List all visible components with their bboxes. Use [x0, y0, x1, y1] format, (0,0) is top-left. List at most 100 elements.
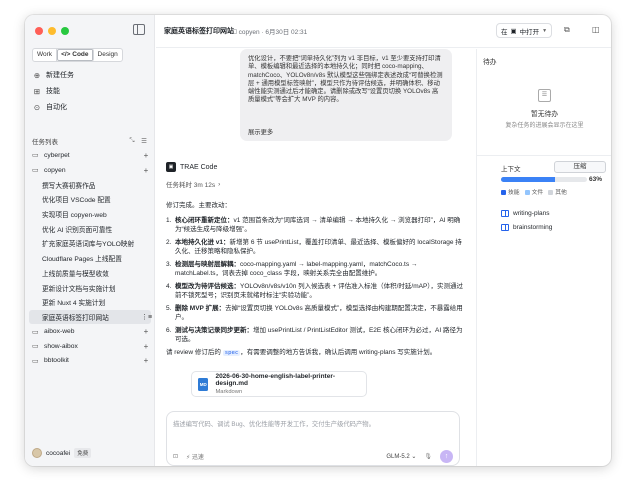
mode-code-tab[interactable]: </> Code [57, 49, 94, 61]
open-prefix: 在 [501, 28, 508, 36]
add-task-icon[interactable]: + [141, 342, 151, 351]
response-outro: 请 review 修订后的 spec ，有需要调整的地方告诉我，确认后调用 wri… [166, 349, 437, 356]
sidebar-toggle-icon[interactable] [133, 24, 145, 35]
file-name: 2026-06-30-home-english-label-printer-de… [215, 373, 336, 387]
copy-icon[interactable]: ⧉ [564, 25, 570, 35]
agent-header: ▣ TRAE Code [166, 162, 217, 172]
folder-icon: ▭ [32, 167, 39, 175]
folder-label: show-aibox [44, 342, 78, 350]
close-window-button[interactable] [35, 27, 43, 35]
add-task-icon[interactable]: + [141, 327, 151, 336]
task-tree: ▭ cyberpet + ▭ copyen + 撰写大赛初赛作品 优化项目 VSCode… [29, 148, 152, 369]
task-label: 家庭英语标签打印网站 [42, 314, 109, 322]
message-composer[interactable]: 描述编写代码、调试 Bug、优化性能等开发工作，交付生产级代码产物。 ⊡ ⚡ 迅… [166, 411, 460, 466]
empty-title: 暂无待办 [530, 111, 559, 118]
filter-icon[interactable]: ☰ [138, 137, 150, 145]
send-button[interactable]: ↑ [440, 450, 453, 463]
task-row[interactable]: 更新 Nuxt 4 实施计划 [29, 295, 151, 310]
skills-icon: ⊞ [33, 86, 41, 96]
task-row[interactable]: 实现项目 copyen-web [29, 207, 151, 222]
task-row[interactable]: 扩充家庭英语词库与YOLO映射 [29, 236, 151, 251]
folder-label: cyberpet [44, 151, 70, 159]
folder-row[interactable]: ▭ show-aibox + [29, 339, 151, 354]
mode-work-tab[interactable]: Work [33, 49, 58, 61]
composer-placeholder[interactable]: 描述编写代码、调试 Bug、优化性能等开发工作，交付生产级代码产物。 [173, 419, 375, 428]
folder-row[interactable]: ▭ bbtoolkit + [29, 354, 151, 369]
plan-badge: 免费 [74, 448, 92, 458]
new-task-icon: ⊕ [33, 70, 41, 80]
nav-skills[interactable]: ⊞ 技能 [32, 83, 150, 99]
nav-automation[interactable]: ⊙ 自动化 [32, 99, 150, 115]
legend-files: 文件 [524, 187, 543, 196]
spec-chip[interactable]: spec [222, 350, 241, 356]
context-file-item[interactable]: brainstorming [501, 220, 552, 234]
speed-toggle[interactable]: ⚡ 迅速 [186, 452, 204, 461]
folder-row[interactable]: ▭ aibox-web + [29, 324, 151, 339]
add-task-icon[interactable]: + [141, 151, 151, 160]
context-usage-bar [501, 177, 587, 182]
legend-swatch [524, 189, 530, 195]
task-row[interactable]: Cloudflare Pages 上线配置 [29, 251, 151, 266]
task-row[interactable]: 优化项目 VSCode 配置 [29, 192, 151, 207]
open-in-button[interactable]: 在 ▣ 中打开 ▼ [496, 23, 553, 38]
agent-response: 修订完成。主要改动： 1. 核心闭环重新定位：v1 范围首条改为“词库选词 → 清… [166, 201, 466, 364]
model-selector[interactable]: GLM-5.2 ⌄ [386, 453, 416, 460]
attach-icon[interactable]: ⊡ [173, 453, 178, 460]
right-panel: 待办 ☰ 暂无待办 复杂任务的进展会显示在这里 上下文 压缩 63% 技能 文件… [476, 49, 611, 466]
empty-subtitle: 复杂任务的进展会显示在这里 [505, 123, 584, 129]
legend-skills: 技能 [501, 187, 520, 196]
chat-area: 优化设计，不要把“词单持久化”列为 v1 非目标，v1 至少要支持打印清单、模板… [156, 49, 476, 466]
folder-row[interactable]: ▭ cyberpet + [29, 148, 151, 163]
list-item: 2. 本地持久化进 v1：新增第 6 节 usePrintList，覆盖打印清单、… [166, 239, 462, 255]
mode-switcher: Work </> Code Design [32, 48, 123, 62]
todo-title: 待办 [483, 59, 497, 66]
task-label: 优化 AI 识别页面可靠性 [42, 226, 113, 234]
file-attachment[interactable]: MD 2026-06-30-home-english-label-printer… [191, 371, 367, 397]
user-message: 优化设计，不要把“词单持久化”列为 v1 非目标，v1 至少要支持打印清单、模板… [240, 49, 452, 141]
add-task-icon[interactable]: + [141, 166, 151, 175]
nav-label: 自动化 [46, 104, 67, 111]
context-label: 上下文 [501, 166, 521, 173]
legend-other: 其他 [548, 187, 567, 196]
folder-row[interactable]: ▭ copyen + [29, 163, 151, 178]
top-bar: 家庭英语标签打印网站 ☐ copyen · 6月30日 02:31 在 ▣ 中打… [156, 15, 611, 48]
user-profile[interactable]: cocoafei 免费 [32, 448, 92, 458]
divider [477, 155, 611, 156]
zoom-window-button[interactable] [61, 27, 69, 35]
nav-new-task[interactable]: ⊕ 新建任务 [32, 67, 150, 83]
page-title: 家庭英语标签打印网站 [164, 28, 234, 35]
task-list-title: 任务列表 [32, 139, 58, 146]
add-task-icon[interactable]: + [141, 356, 151, 365]
response-intro: 修订完成。主要改动： [166, 202, 231, 209]
folder-icon: ▭ [32, 357, 39, 365]
panel-toggle-icon[interactable]: ◫ [592, 25, 600, 34]
task-duration[interactable]: 任务耗时 3m 12s › [166, 179, 221, 190]
file-type: Markdown [215, 389, 243, 395]
task-label: 优化项目 VSCode 配置 [42, 197, 111, 205]
folder-label: bbtoolkit [44, 357, 69, 365]
task-meta: ☐ copyen · 6月30日 02:31 [231, 29, 308, 36]
show-more-link[interactable]: 展示更多 [248, 129, 273, 137]
folder-label: aibox-web [44, 328, 75, 336]
task-row[interactable]: 优化 AI 识别页面可靠性 [29, 221, 151, 236]
mode-design-tab[interactable]: Design [94, 49, 122, 61]
task-row[interactable]: 撰写大赛初赛作品 [29, 177, 151, 192]
duration-text: 任务耗时 3m 12s [166, 182, 216, 189]
task-row[interactable]: 上线前质量与模型收敛 [29, 266, 151, 281]
folder-label: copyen [44, 166, 66, 174]
context-file-item[interactable]: writing-plans [501, 206, 552, 220]
task-label: 更新设计文档与实施计划 [42, 285, 116, 293]
compress-button[interactable]: 压缩 [554, 161, 606, 173]
todo-empty-state: ☰ 暂无待办 复杂任务的进展会显示在这里 [477, 89, 611, 129]
task-menu-icon[interactable]: ⋮≡ [141, 313, 152, 321]
task-row[interactable]: 更新设计文档与实施计划 [29, 280, 151, 295]
chevron-right-icon: › [218, 180, 221, 188]
task-row-selected[interactable]: 家庭英语标签打印网站 ⋮≡ [29, 309, 152, 325]
open-label: 中打开 [519, 28, 540, 36]
minimize-window-button[interactable] [48, 27, 56, 35]
collapse-all-icon[interactable]: ⤡ [126, 137, 138, 145]
task-label: 更新 Nuxt 4 实施计划 [42, 300, 106, 308]
list-item: 1. 核心闭环重新定位：v1 范围首条改为“词库选词 → 清单编辑 → 本地持久化… [166, 217, 461, 233]
microphone-icon[interactable]: 🎙 [424, 453, 432, 460]
nav-label: 技能 [46, 88, 60, 95]
